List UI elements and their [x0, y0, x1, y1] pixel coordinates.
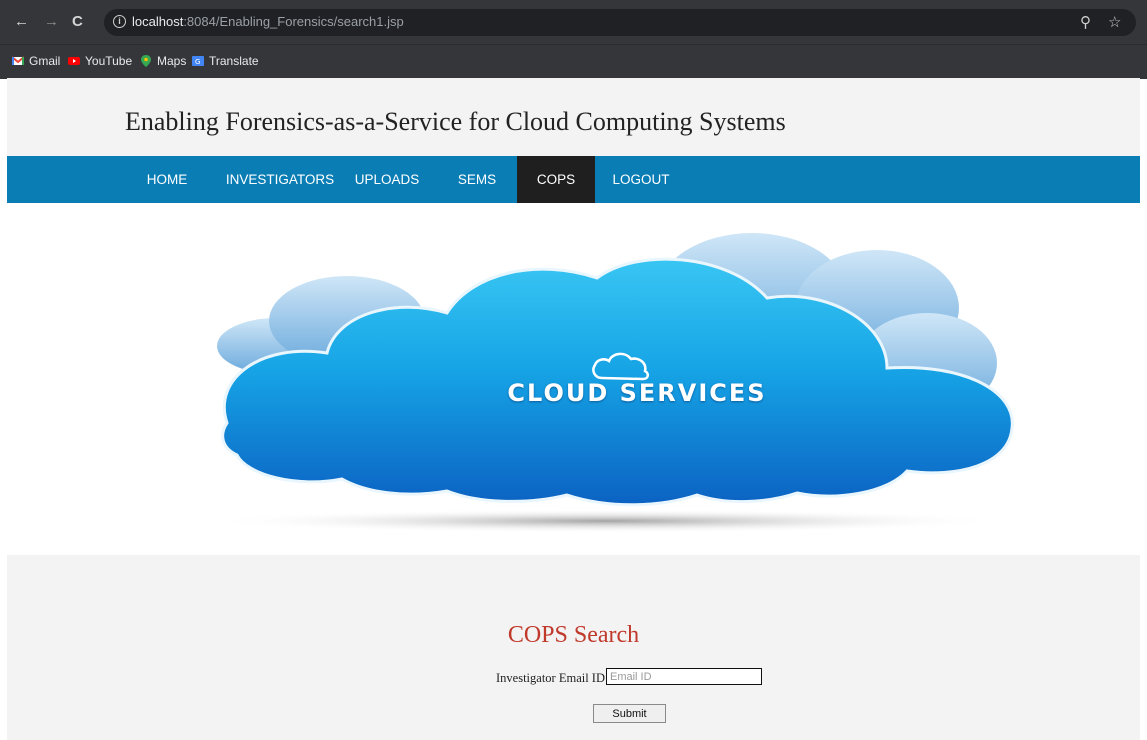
bookmark-label: Translate [209, 54, 259, 68]
nav-uploads[interactable]: UPLOADS [345, 156, 429, 203]
bookmark-label: YouTube [85, 54, 133, 68]
svg-text:G: G [195, 58, 200, 66]
maps-icon [141, 55, 151, 67]
nav-cops[interactable]: COPS [517, 156, 595, 203]
nav-sems[interactable]: SEMS [447, 156, 507, 203]
bookmark-star-icon[interactable]: ☆ [1108, 13, 1121, 31]
search-title: COPS Search [507, 622, 640, 648]
banner-text: CLOUD SERVICES [507, 379, 767, 407]
bookmark-gmail[interactable]: Gmail [12, 54, 60, 68]
nav-investigators[interactable]: INVESTIGATORS [220, 156, 340, 203]
bookmark-translate[interactable]: G Translate [192, 54, 259, 68]
address-bar[interactable]: i localhost:8084/Enabling_Forensics/sear… [104, 9, 1136, 36]
site-title: Enabling Forensics-as-a-Service for Clou… [125, 107, 786, 136]
bookmark-maps[interactable]: Maps [140, 54, 186, 68]
cloud-banner: CLOUD SERVICES [7, 203, 1140, 555]
email-label: Investigator Email ID : [496, 671, 612, 685]
browser-toolbar: ← → C i localhost:8084/Enabling_Forensic… [0, 0, 1147, 44]
submit-button[interactable]: Submit [593, 704, 666, 723]
url-host: localhost [132, 14, 184, 29]
translate-icon: G [192, 56, 204, 66]
bookmark-label: Gmail [29, 54, 61, 68]
nav-home[interactable]: HOME [131, 156, 203, 203]
search-section: COPS Search Investigator Email ID : Subm… [7, 555, 1140, 740]
url-path: :8084/Enabling_Forensics/search1.jsp [183, 14, 404, 29]
site-header: Enabling Forensics-as-a-Service for Clou… [7, 78, 1140, 156]
site-info-icon[interactable]: i [113, 15, 126, 28]
reload-icon[interactable]: C [72, 13, 83, 31]
url-text[interactable]: localhost:8084/Enabling_Forensics/search… [132, 14, 404, 29]
bookmarks-bar: Gmail YouTube Maps G Translate [0, 44, 1147, 79]
gmail-icon [12, 56, 24, 65]
forward-arrow-icon[interactable]: → [44, 13, 59, 31]
email-input[interactable] [606, 668, 762, 685]
bookmark-label: Maps [157, 54, 187, 68]
bookmark-youtube[interactable]: YouTube [68, 54, 132, 68]
youtube-icon [68, 57, 80, 65]
zoom-icon[interactable]: ⚲ [1080, 13, 1091, 31]
nav-logout[interactable]: LOGOUT [605, 156, 677, 203]
back-arrow-icon[interactable]: ← [14, 13, 29, 31]
main-nav: HOME INVESTIGATORS UPLOADS SEMS COPS LOG… [7, 156, 1140, 203]
